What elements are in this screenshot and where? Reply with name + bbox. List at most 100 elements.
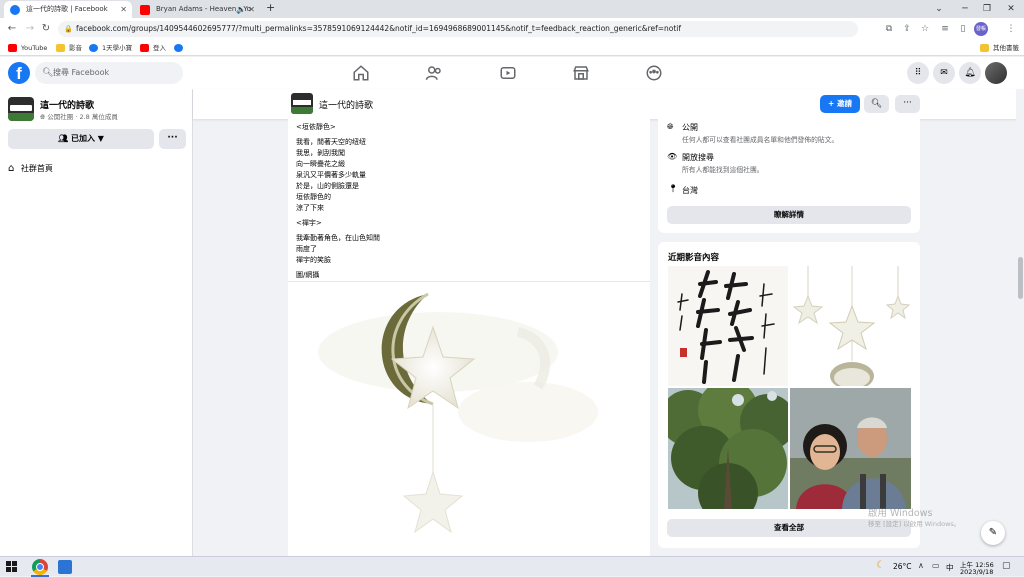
bookmark-login[interactable]: 登入: [140, 40, 166, 56]
windows-start-icon[interactable]: [6, 561, 17, 572]
visible-title: 開放搜尋: [682, 153, 714, 162]
post-line: 我看，閒著天空的纽纽: [296, 138, 366, 146]
network-icon[interactable]: ▭: [932, 561, 940, 570]
search-icon: 🔍︎: [870, 99, 883, 109]
group-meta-text: 公開社團 · 2.8 萬位成員: [47, 113, 118, 121]
joined-button[interactable]: 👥︎ 已加入 ▼: [8, 129, 154, 149]
friends-icon[interactable]: [425, 64, 443, 82]
photos-taskbar-icon[interactable]: [58, 560, 72, 574]
marketplace-icon[interactable]: [572, 64, 590, 82]
media-thumbnail-calligraphy[interactable]: [668, 266, 788, 386]
url-input[interactable]: 🔒 facebook.com/groups/1409544602695777/?…: [58, 21, 858, 37]
other-bookmarks[interactable]: 其他書籤: [980, 40, 1019, 56]
invite-button[interactable]: + 邀請: [820, 95, 860, 113]
tab-youtube[interactable]: Bryan Adams - Heaven - Yo 🔈 ✕: [134, 1, 260, 18]
bookmark-facebook[interactable]: 1天學小寶: [89, 40, 132, 56]
post-line: 我牽勤著角色，在山色知閒: [296, 234, 380, 242]
public-title: 公開: [682, 123, 698, 132]
media-thumbnail-stars[interactable]: [790, 266, 911, 386]
learn-more-button[interactable]: 瞭解詳情: [667, 206, 911, 224]
facebook-logo-icon[interactable]: f: [8, 62, 30, 84]
group-cover-thumbnail[interactable]: [8, 97, 34, 121]
share-icon[interactable]: ⇪: [900, 22, 914, 36]
activation-watermark-title: 啟用 Windows: [868, 508, 933, 519]
location-pin-icon: 📍︎: [668, 184, 679, 193]
bookmark-youtube[interactable]: YouTube: [8, 40, 47, 56]
reading-list-icon[interactable]: ≡: [938, 22, 952, 36]
lock-icon: 🔒: [64, 25, 73, 33]
new-message-button[interactable]: ✎: [981, 521, 1005, 545]
search-icon: 🔍︎: [42, 68, 54, 78]
search-placeholder: 搜尋 Facebook: [53, 68, 110, 77]
group-cover-thumbnail[interactable]: [291, 93, 313, 114]
youtube-favicon-icon: [140, 5, 150, 15]
watch-icon[interactable]: [499, 64, 517, 82]
group-name[interactable]: 這一代的詩歌: [40, 98, 94, 111]
close-icon[interactable]: ✕: [248, 1, 255, 18]
post-line: 垣依靜色的: [296, 193, 331, 201]
windows-taskbar: ☾ 26°C ∧ ▭ 中 上午 12:56 2023/9/18 ▢: [0, 556, 1024, 577]
scrollbar-thumb[interactable]: [1018, 257, 1023, 299]
side-panel-icon[interactable]: ▯: [956, 22, 970, 36]
post-card: <垣依靜色> 我看，閒著天空的纽纽 我思，剝刮我闖 向一瞬疊花之緞 泉汎又平價著多少軌量…: [288, 119, 650, 556]
activation-watermark-desc: 移至 [設定] 以啟用 Windows。: [868, 520, 961, 528]
media-thumbnail-trees[interactable]: [668, 388, 788, 509]
post-line: 涼了下來: [296, 204, 324, 212]
post-line: 於是，山的側臉還是: [296, 182, 359, 190]
home-icon[interactable]: [352, 64, 370, 82]
profile-avatar[interactable]: 發帳: [974, 22, 988, 36]
menu-grid-icon[interactable]: ⠿: [907, 62, 929, 84]
community-home-link[interactable]: ⌂ 社群首頁: [8, 163, 53, 174]
speaker-icon[interactable]: 🔈: [236, 1, 246, 18]
tab-title: 這一代的詩歌 | Facebook: [26, 5, 108, 13]
folder-icon: [56, 44, 65, 52]
search-button[interactable]: 🔍︎: [864, 95, 889, 113]
group-name[interactable]: 這一代的詩歌: [319, 98, 373, 111]
weather-moon-icon: ☾: [876, 560, 885, 571]
tab-facebook[interactable]: 這一代的詩歌 | Facebook ✕: [4, 1, 132, 18]
back-arrow-icon[interactable]: ←: [4, 21, 20, 37]
facebook-favicon-icon: [10, 5, 20, 15]
eye-icon: 👁︎: [667, 152, 678, 161]
post-line: 泉汎又平價著多少軌量: [296, 171, 366, 179]
notifications-bell-icon[interactable]: 🔔︎: [959, 62, 981, 84]
bookmarks-bar: YouTube 影音 1天學小寶 登入 其他書籤: [0, 40, 1024, 56]
more-options-button[interactable]: ···: [159, 129, 186, 149]
translate-icon[interactable]: ⧉: [882, 22, 896, 36]
facebook-icon: [89, 44, 98, 52]
bookmark-fb-icon[interactable]: [174, 40, 183, 56]
post-line: 我思，剝刮我闖: [296, 149, 345, 157]
clock-date[interactable]: 2023/9/18: [960, 568, 993, 576]
messenger-icon[interactable]: ✉: [933, 62, 955, 84]
reload-icon[interactable]: ↻: [38, 21, 54, 37]
media-title: 近期影音內容: [668, 253, 720, 263]
address-toolbar: ← → ↻ 🔒 facebook.com/groups/140954460269…: [0, 18, 1024, 40]
groups-icon[interactable]: [645, 64, 663, 82]
chrome-taskbar-icon[interactable]: [32, 559, 48, 575]
recent-media-card: 近期影音內容 查看全部: [658, 242, 920, 548]
close-window-button[interactable]: ✕: [996, 0, 1024, 18]
bookmark-label: 影音: [69, 44, 82, 52]
temperature[interactable]: 26°C: [893, 562, 912, 571]
post-line: <垣依靜色>: [296, 123, 336, 131]
bookmark-video[interactable]: 影音: [56, 40, 82, 56]
close-icon[interactable]: ✕: [120, 1, 127, 18]
location-text: 台灣: [682, 186, 698, 195]
more-options-button[interactable]: ···: [895, 95, 920, 113]
forward-arrow-icon[interactable]: →: [22, 21, 38, 37]
search-input[interactable]: 🔍︎ 搜尋 Facebook: [35, 62, 183, 84]
menu-kebab-icon[interactable]: ⋮: [1004, 22, 1018, 36]
post-line: 圖/網攝: [296, 271, 320, 279]
account-avatar[interactable]: [985, 62, 1007, 84]
tray-chevron-up-icon[interactable]: ∧: [918, 561, 924, 570]
bookmark-label: 登入: [153, 44, 166, 52]
media-thumbnail-couple[interactable]: [790, 388, 911, 509]
caret-down-icon: ▼: [97, 134, 104, 143]
post-image[interactable]: [288, 282, 650, 556]
folder-icon: [980, 44, 989, 52]
bookmark-star-icon[interactable]: ☆: [918, 22, 932, 36]
notification-center-icon[interactable]: ▢: [1002, 561, 1011, 571]
ime-indicator[interactable]: 中: [946, 562, 954, 573]
page-scrollbar[interactable]: [1016, 89, 1024, 556]
new-tab-button[interactable]: +: [266, 1, 275, 14]
